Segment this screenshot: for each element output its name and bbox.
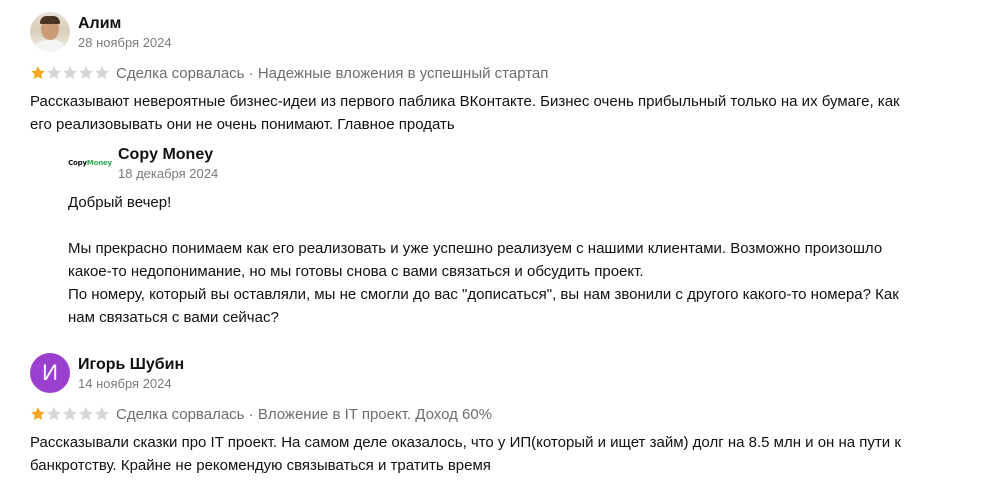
logo-part-money: Money bbox=[86, 159, 112, 167]
company-logo-text: CopyMoney bbox=[68, 159, 112, 167]
star-empty-icon bbox=[95, 407, 109, 420]
author-block: Игорь Шубин 14 ноября 2024 bbox=[78, 355, 184, 392]
avatar[interactable]: И bbox=[30, 353, 70, 393]
star-empty-icon bbox=[63, 66, 77, 79]
avatar-shirt bbox=[32, 40, 68, 52]
author-name[interactable]: Алим bbox=[78, 14, 172, 34]
review-meta: Сделка сорвалась · Надежные вложения в у… bbox=[30, 61, 968, 85]
review-meta: Сделка сорвалась · Вложение в IT проект.… bbox=[30, 402, 968, 426]
star-empty-icon bbox=[79, 407, 93, 420]
reply-author-name[interactable]: Copy Money bbox=[118, 145, 218, 165]
review-card: И Игорь Шубин 14 ноября 2024 Сделка сорв… bbox=[30, 353, 968, 477]
reply-text: Добрый вечер! Мы прекрасно понимаем как … bbox=[68, 194, 899, 326]
reply-header: CopyMoney Copy Money 18 декабря 2024 bbox=[68, 143, 948, 183]
review-date: 28 ноября 2024 bbox=[78, 34, 172, 50]
review-tags: Сделка сорвалась · Вложение в IT проект.… bbox=[116, 405, 493, 423]
star-empty-icon bbox=[63, 407, 77, 420]
avatar-hair bbox=[40, 16, 60, 24]
logo-part-copy: Copy bbox=[68, 159, 87, 167]
company-logo[interactable]: CopyMoney bbox=[68, 143, 112, 183]
reply-author-block: Copy Money 18 декабря 2024 bbox=[118, 145, 218, 182]
author-block: Алим 28 ноября 2024 bbox=[78, 14, 172, 51]
reply-date: 18 декабря 2024 bbox=[118, 165, 219, 181]
star-empty-icon bbox=[47, 66, 61, 79]
review-tags: Сделка сорвалась · Надежные вложения в у… bbox=[116, 64, 549, 82]
rating-stars bbox=[30, 65, 110, 81]
review-card: Алим 28 ноября 2024 Сделка сорвалась · Н… bbox=[30, 12, 968, 136]
review-text: Рассказывают невероятные бизнес-идеи из … bbox=[30, 93, 900, 133]
review-text: Рассказывали сказки про IT проект. На са… bbox=[30, 434, 901, 474]
avatar-letter: И bbox=[42, 360, 58, 385]
review-date: 14 ноября 2024 bbox=[78, 375, 172, 391]
star-empty-icon bbox=[95, 66, 109, 79]
star-empty-icon bbox=[79, 66, 93, 79]
rating-stars bbox=[30, 406, 110, 422]
star-filled-icon bbox=[31, 66, 45, 79]
avatar[interactable] bbox=[30, 12, 70, 52]
star-filled-icon bbox=[31, 407, 45, 420]
company-reply: CopyMoney Copy Money 18 декабря 2024 Доб… bbox=[68, 143, 948, 329]
review-header: И Игорь Шубин 14 ноября 2024 bbox=[30, 353, 968, 393]
review-header: Алим 28 ноября 2024 bbox=[30, 12, 968, 52]
star-empty-icon bbox=[47, 407, 61, 420]
author-name[interactable]: Игорь Шубин bbox=[78, 355, 184, 375]
